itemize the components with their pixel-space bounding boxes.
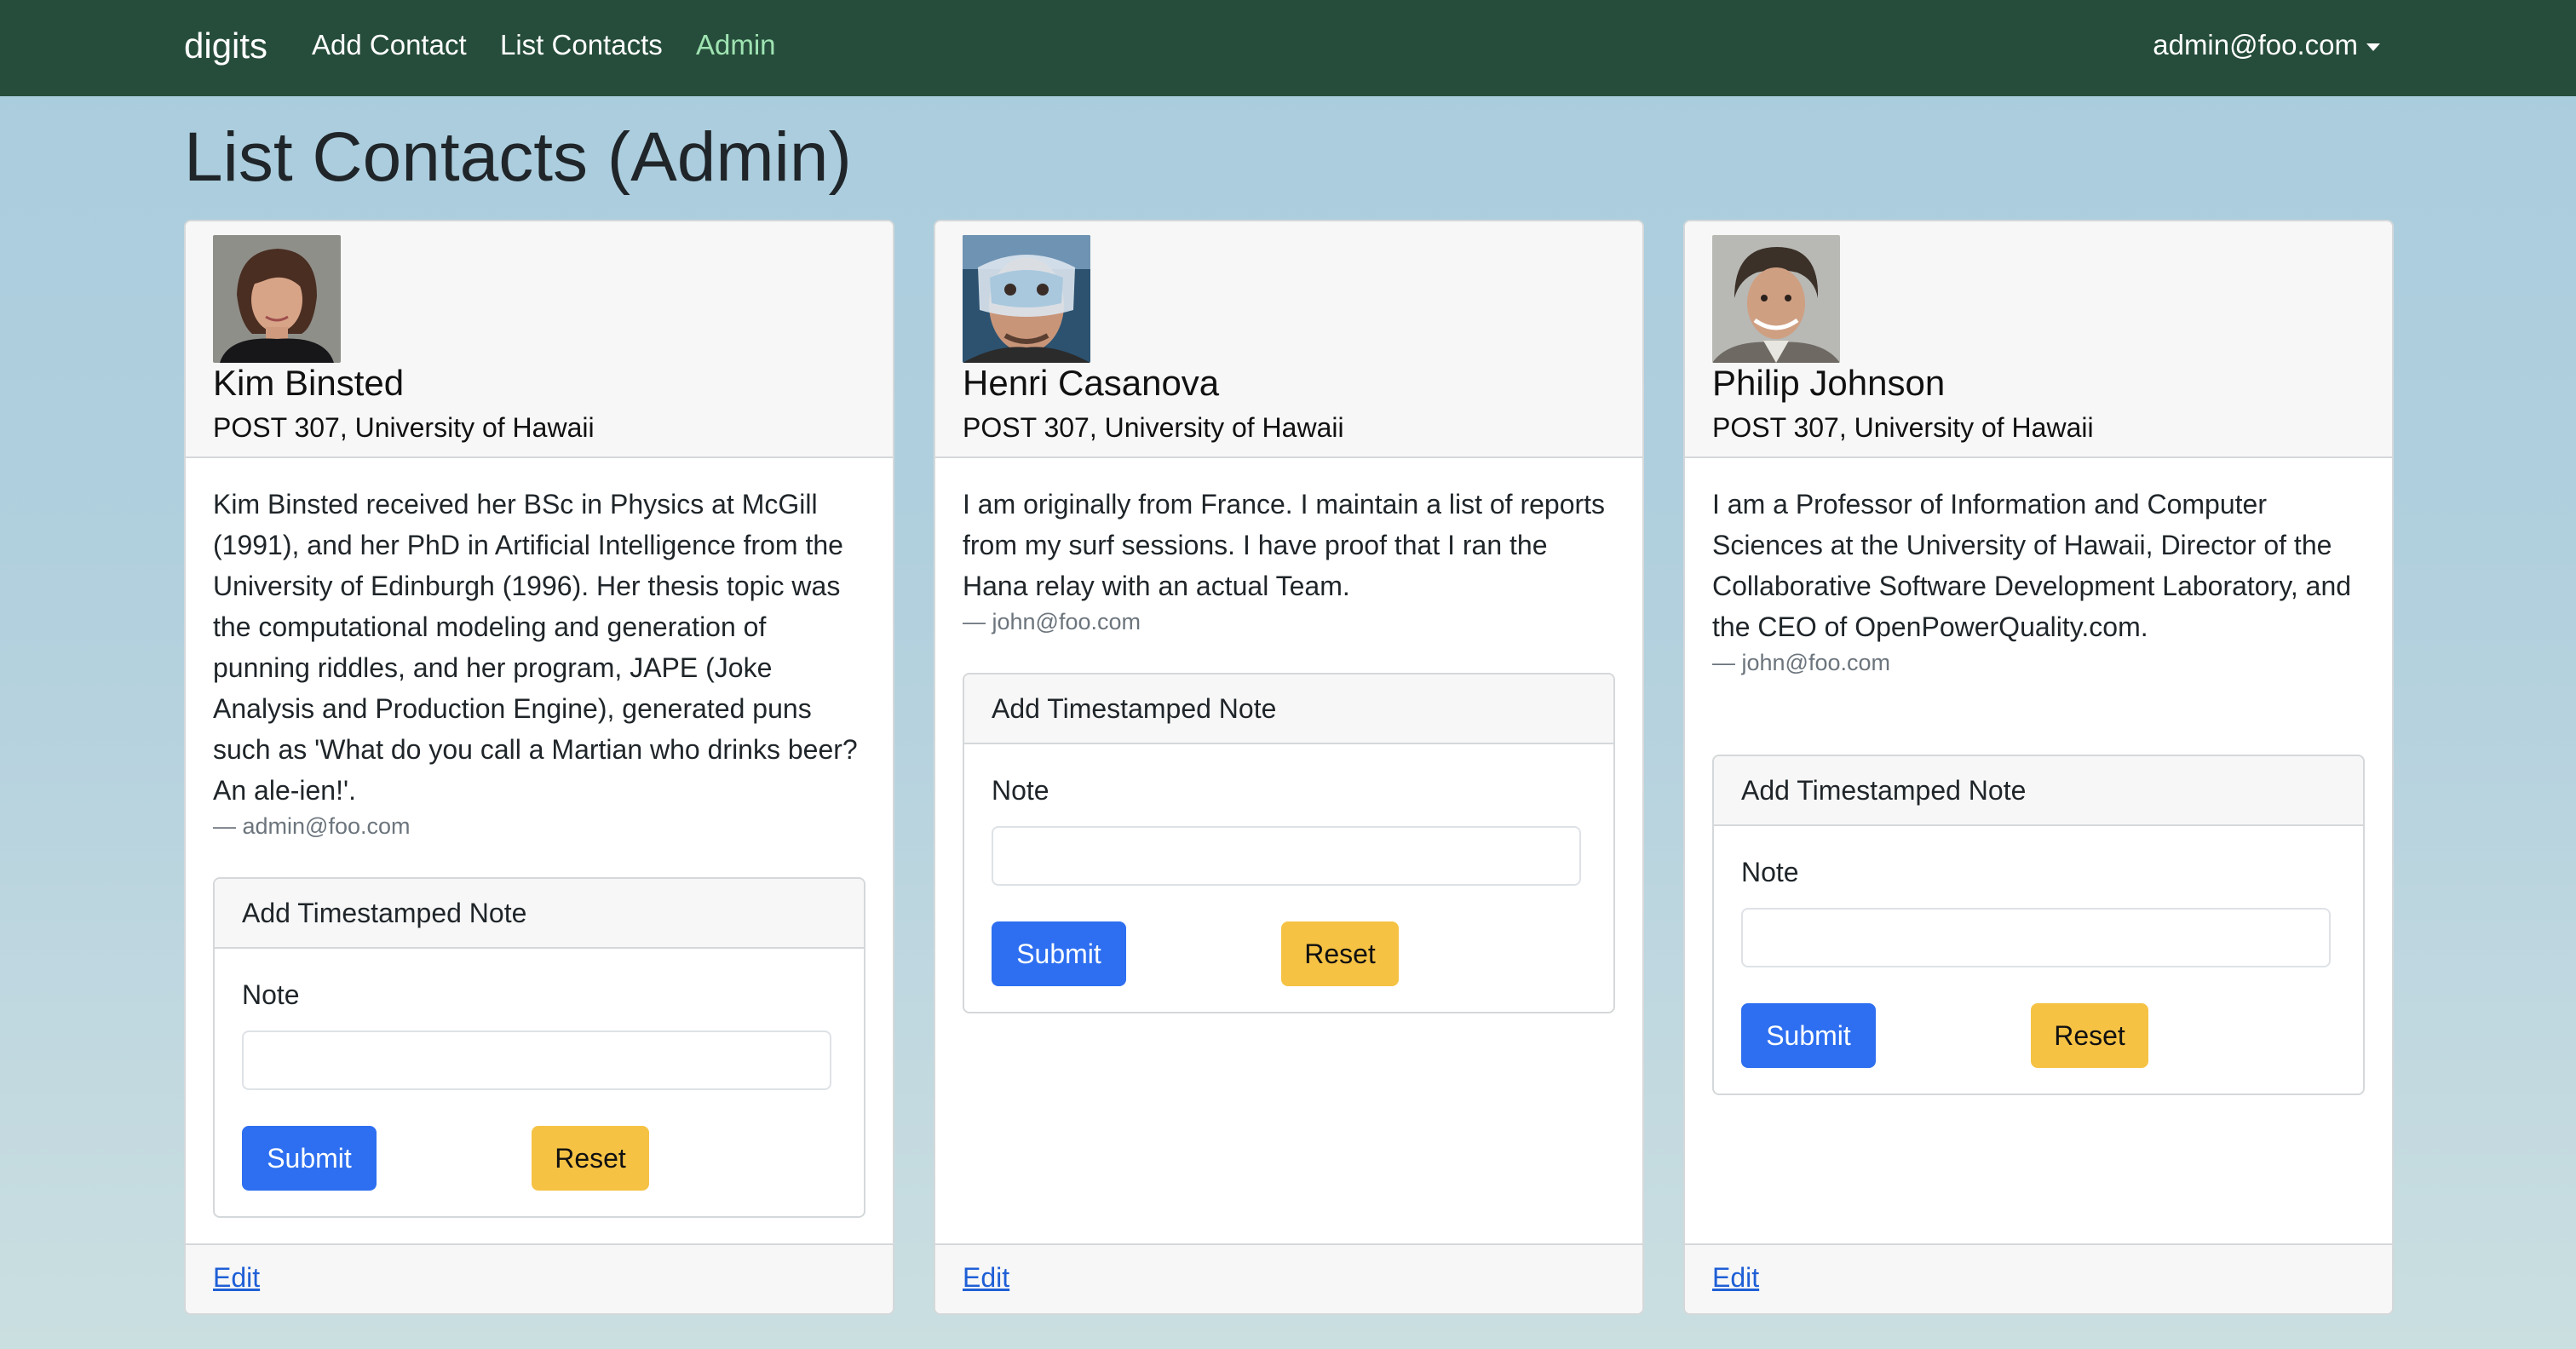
contact-card: Henri Casanova POST 307, University of H… bbox=[934, 220, 1644, 1315]
nav-list-contacts[interactable]: List Contacts bbox=[500, 29, 663, 61]
contact-description: I am a Professor of Information and Comp… bbox=[1712, 484, 2368, 678]
note-label: Note bbox=[992, 775, 1049, 806]
reset-button[interactable]: Reset bbox=[2031, 1003, 2148, 1068]
contact-owner: — john@foo.com bbox=[963, 609, 1141, 634]
contact-description: Kim Binsted received her BSc in Physics … bbox=[213, 484, 869, 841]
chevron-down-icon bbox=[2366, 43, 2380, 51]
add-note-form: Add Timestamped Note Note Submit Reset bbox=[213, 877, 865, 1218]
add-note-form: Add Timestamped Note Note Submit Reset bbox=[1712, 755, 2365, 1095]
contact-card: Kim Binsted POST 307, University of Hawa… bbox=[184, 220, 894, 1315]
user-email: admin@foo.com bbox=[2153, 29, 2358, 60]
nav-admin[interactable]: Admin bbox=[696, 29, 776, 61]
contact-address: POST 307, University of Hawaii bbox=[1712, 412, 2094, 443]
contact-owner: — admin@foo.com bbox=[213, 813, 411, 839]
edit-link[interactable]: Edit bbox=[1712, 1262, 1759, 1294]
note-label: Note bbox=[1741, 857, 1799, 887]
card-header: Philip Johnson POST 307, University of H… bbox=[1685, 221, 2392, 458]
avatar bbox=[213, 235, 341, 363]
contact-name: Henri Casanova bbox=[963, 363, 1220, 403]
note-input[interactable] bbox=[242, 1030, 831, 1090]
card-footer: Edit bbox=[1685, 1243, 2392, 1313]
note-input[interactable] bbox=[992, 826, 1581, 886]
navbar: digits Add Contact List Contacts Admin a… bbox=[0, 0, 2576, 96]
page-title: List Contacts (Admin) bbox=[184, 118, 852, 196]
card-footer: Edit bbox=[935, 1243, 1642, 1313]
description-text: I am a Professor of Information and Comp… bbox=[1712, 489, 2352, 642]
submit-button[interactable]: Submit bbox=[1741, 1003, 1876, 1068]
edit-link[interactable]: Edit bbox=[213, 1262, 260, 1294]
brand-link[interactable]: digits bbox=[184, 26, 267, 66]
card-header: Henri Casanova POST 307, University of H… bbox=[935, 221, 1642, 458]
user-menu[interactable]: admin@foo.com bbox=[2153, 29, 2380, 61]
note-form-title: Add Timestamped Note bbox=[964, 674, 1613, 744]
note-input[interactable] bbox=[1741, 908, 2331, 967]
contact-address: POST 307, University of Hawaii bbox=[213, 412, 595, 443]
avatar bbox=[963, 235, 1090, 363]
add-note-form: Add Timestamped Note Note Submit Reset bbox=[963, 673, 1615, 1013]
contact-owner: — john@foo.com bbox=[1712, 650, 1890, 675]
contact-name: Kim Binsted bbox=[213, 363, 405, 403]
reset-button[interactable]: Reset bbox=[532, 1126, 649, 1191]
edit-link[interactable]: Edit bbox=[963, 1262, 1009, 1294]
submit-button[interactable]: Submit bbox=[992, 921, 1126, 986]
note-form-title: Add Timestamped Note bbox=[215, 879, 864, 949]
avatar bbox=[1712, 235, 1840, 363]
description-text: Kim Binsted received her BSc in Physics … bbox=[213, 489, 858, 806]
card-header: Kim Binsted POST 307, University of Hawa… bbox=[186, 221, 893, 458]
description-text: I am originally from France. I maintain … bbox=[963, 489, 1606, 601]
nav-add-contact[interactable]: Add Contact bbox=[312, 29, 467, 61]
card-footer: Edit bbox=[186, 1243, 893, 1313]
note-form-title: Add Timestamped Note bbox=[1714, 756, 2363, 826]
contact-card: Philip Johnson POST 307, University of H… bbox=[1683, 220, 2394, 1315]
contact-name: Philip Johnson bbox=[1712, 363, 1946, 403]
note-label: Note bbox=[242, 979, 300, 1010]
reset-button[interactable]: Reset bbox=[1281, 921, 1399, 986]
contact-description: I am originally from France. I maintain … bbox=[963, 484, 1619, 637]
submit-button[interactable]: Submit bbox=[242, 1126, 377, 1191]
contact-address: POST 307, University of Hawaii bbox=[963, 412, 1344, 443]
